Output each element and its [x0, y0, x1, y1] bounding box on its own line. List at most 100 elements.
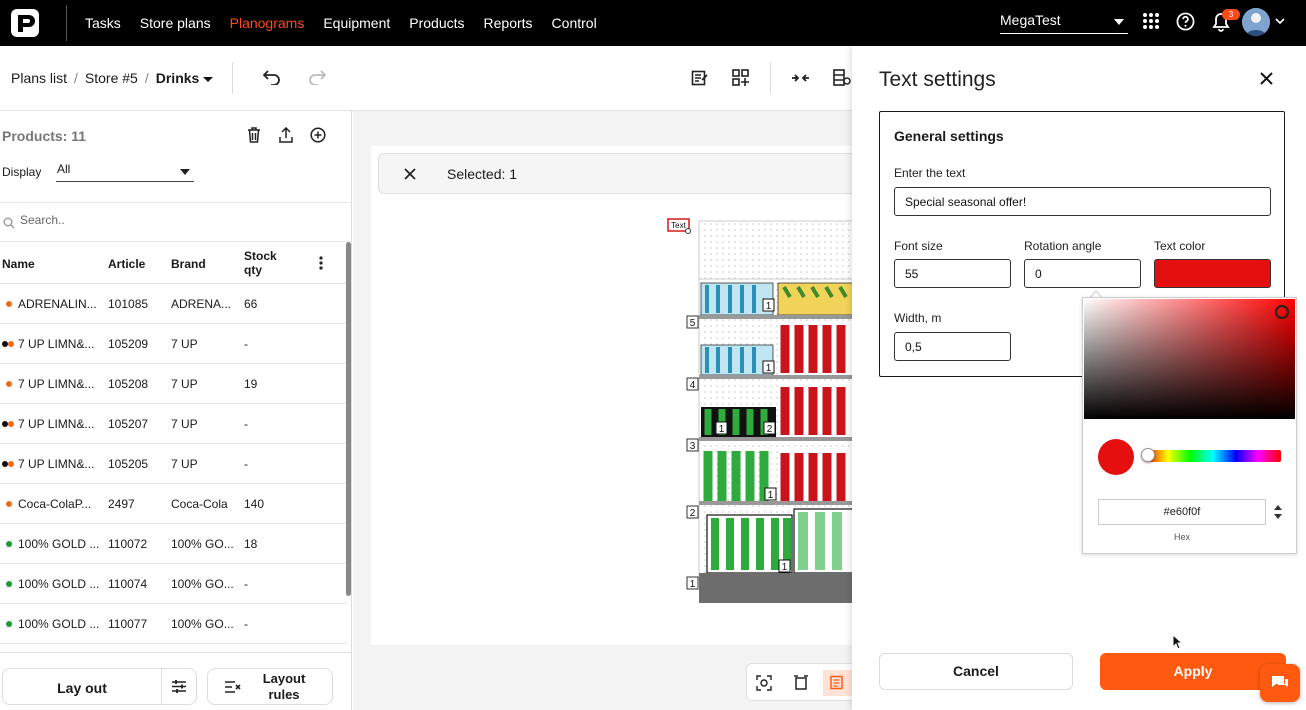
hex-input[interactable] — [1098, 499, 1266, 525]
caret-down-icon — [180, 169, 190, 175]
nav-item-control[interactable]: Control — [552, 15, 597, 31]
row-name: 7 UP LIMN&... — [18, 417, 94, 431]
table-row[interactable]: 7 UP LIMN&... 105209 7 UP - — [0, 324, 346, 364]
table-row[interactable]: 100% GOLD ... 110072 100% GO... 18 — [0, 524, 346, 564]
avatar-person-icon — [1242, 8, 1270, 36]
add-circle-icon[interactable] — [310, 127, 326, 143]
row-article: 105205 — [108, 457, 148, 471]
display-label: Display — [2, 165, 41, 179]
help-icon[interactable] — [1176, 12, 1195, 31]
rotation-angle-input[interactable] — [1024, 259, 1141, 288]
undo-icon[interactable] — [263, 69, 281, 85]
column-name[interactable]: Name — [2, 257, 35, 271]
nav-item-products[interactable]: Products — [409, 15, 464, 31]
products-count: Products: 11 — [2, 128, 86, 144]
table-row[interactable]: 7 UP LIMN&... 105207 7 UP - — [0, 404, 346, 444]
redo-icon[interactable] — [308, 69, 326, 85]
breadcrumb: Plans list / Store #5 / Drinks — [11, 70, 213, 86]
row-stock: 140 — [244, 497, 264, 511]
apps-grid-icon[interactable] — [1142, 12, 1160, 30]
column-stock-line2[interactable]: qty — [244, 263, 262, 277]
selection-bar: Selected: 1 — [378, 153, 853, 194]
row-name: 100% GOLD ... — [18, 537, 99, 551]
table-row[interactable]: 7 UP LIMN&... 105205 7 UP - — [0, 444, 346, 484]
chevron-down-icon[interactable] — [1275, 18, 1285, 26]
frame-select-icon[interactable] — [793, 675, 809, 691]
user-avatar[interactable] — [1242, 8, 1270, 36]
layout-rules-button[interactable]: Layout rules — [207, 668, 333, 705]
row-brand: 7 UP — [171, 417, 198, 431]
export-icon[interactable] — [279, 127, 293, 143]
row-name: 7 UP LIMN&... — [18, 377, 94, 391]
hue-handle[interactable] — [1141, 448, 1155, 462]
row-stock: - — [244, 577, 248, 591]
product-water-block — [701, 283, 773, 315]
filter-sliders-icon[interactable] — [171, 679, 187, 694]
nav-item-planograms[interactable]: Planograms — [230, 15, 305, 31]
width-input[interactable] — [894, 332, 1011, 361]
focus-target-icon[interactable] — [756, 675, 772, 691]
close-icon[interactable] — [1260, 72, 1273, 85]
table-scrollbar[interactable] — [346, 242, 351, 596]
table-row[interactable]: 7 UP LIMN&... 105208 7 UP 19 — [0, 364, 346, 404]
hue-slider[interactable] — [1145, 450, 1281, 462]
status-dot — [8, 421, 14, 427]
saturation-handle[interactable] — [1275, 305, 1289, 319]
chat-support-button[interactable] — [1260, 664, 1300, 702]
column-article[interactable]: Article — [108, 257, 145, 271]
nav-item-tasks[interactable]: Tasks — [85, 15, 121, 31]
breadcrumb-separator: / — [74, 70, 78, 86]
apply-button[interactable]: Apply — [1100, 653, 1286, 690]
hex-label: Hex — [1098, 532, 1266, 542]
breadcrumb-plans-list[interactable]: Plans list — [11, 70, 67, 86]
row-article: 110072 — [108, 537, 147, 551]
facing-label: 1 — [766, 301, 772, 312]
shelf-number-4: 4 — [690, 380, 696, 391]
breadcrumb-current[interactable]: Drinks — [156, 70, 214, 86]
panel-title: Text settings — [879, 68, 996, 92]
table-row[interactable]: 100% GOLD ... 110077 100% GO... - — [0, 604, 346, 644]
status-dot — [6, 501, 12, 507]
close-icon[interactable] — [404, 168, 416, 180]
rules-list-icon — [224, 680, 242, 694]
nav-menu: Tasks Store plans Planograms Equipment P… — [85, 15, 616, 31]
shelf-board — [699, 315, 853, 319]
edit-note-icon[interactable] — [691, 69, 708, 86]
text-tool-active-bg[interactable] — [823, 670, 854, 696]
resize-handle[interactable] — [686, 229, 691, 234]
breadcrumb-store[interactable]: Store #5 — [85, 70, 138, 86]
table-row[interactable]: ADRENALIN... 101085 ADRENA... 66 — [0, 284, 346, 324]
cancel-button[interactable]: Cancel — [879, 653, 1073, 690]
store-select[interactable]: MegaTest — [1000, 12, 1128, 34]
saturation-area[interactable] — [1084, 299, 1295, 419]
trash-icon[interactable] — [247, 127, 261, 143]
table-row[interactable]: 100% GOLD ... 110074 100% GO... - — [0, 564, 346, 604]
text-color-swatch[interactable] — [1154, 259, 1271, 288]
column-stock-line1[interactable]: Stock — [244, 249, 277, 263]
facing-label: 1 — [768, 490, 774, 501]
search-icon — [3, 217, 15, 229]
font-size-label: Font size — [894, 239, 943, 253]
table-row[interactable]: Coca-ColaP... 2497 Coca-Cola 140 — [0, 484, 346, 524]
font-size-input[interactable] — [894, 259, 1011, 288]
display-select[interactable]: All — [56, 162, 194, 182]
lay-out-button[interactable]: Lay out — [2, 668, 197, 705]
equipment-settings-icon[interactable] — [833, 69, 851, 86]
grid-add-icon[interactable] — [732, 69, 749, 86]
status-dot — [6, 621, 12, 627]
nav-item-reports[interactable]: Reports — [484, 15, 533, 31]
column-brand[interactable]: Brand — [171, 257, 206, 271]
text-input[interactable] — [894, 187, 1271, 216]
collapse-icon[interactable] — [791, 70, 810, 86]
nav-item-store-plans[interactable]: Store plans — [140, 15, 211, 31]
search-input[interactable] — [20, 213, 320, 227]
row-name: 100% GOLD ... — [18, 617, 99, 631]
planogram-shelving[interactable]: Text 5 4 3 2 1 1 1 1 2 1 1 — [660, 215, 853, 607]
status-dot — [6, 381, 12, 387]
nav-item-equipment[interactable]: Equipment — [323, 15, 390, 31]
more-vertical-icon[interactable] — [319, 256, 323, 270]
row-article: 105208 — [108, 377, 148, 391]
breadcrumb-current-label: Drinks — [156, 70, 200, 86]
app-logo-icon[interactable] — [10, 8, 40, 38]
format-toggle-icon[interactable] — [1273, 503, 1283, 521]
